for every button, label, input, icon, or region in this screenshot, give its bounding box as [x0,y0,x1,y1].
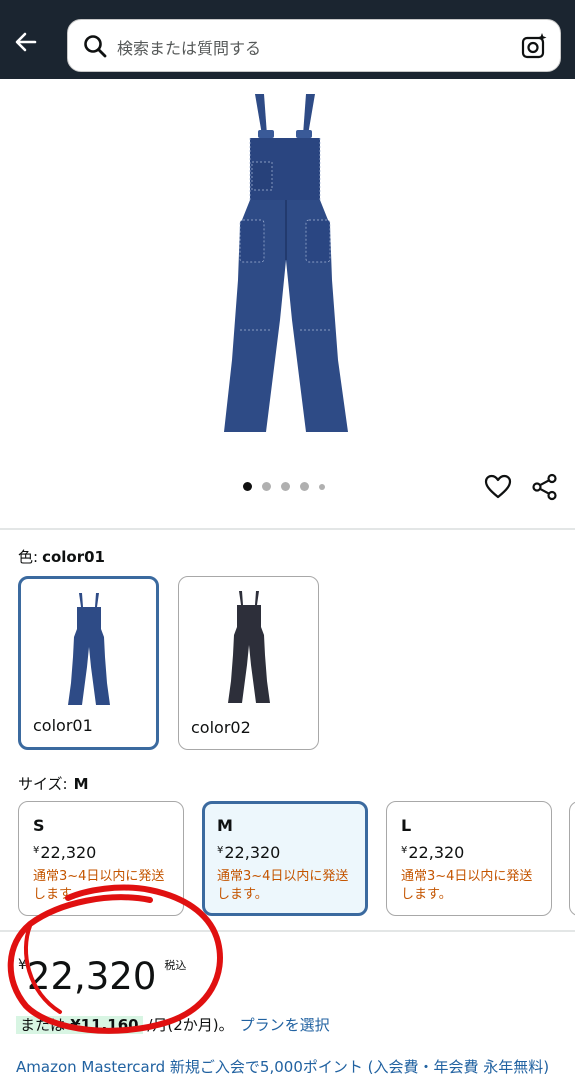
size-option-l[interactable]: L ¥22,320 通常3~4日以内に発送します。 [386,801,552,916]
yen-symbol: ¥ [33,845,40,856]
color-option-label: color02 [191,718,251,737]
search-input[interactable]: 検索または質問する [117,35,261,59]
pager-dot[interactable] [281,482,290,491]
size-option-m[interactable]: M ¥22,320 通常3~4日以内に発送します。 [202,801,368,916]
pager-dot[interactable] [243,482,252,491]
color01-thumbnail [67,593,110,705]
share-icon[interactable] [531,473,559,501]
size-name: M [217,816,233,835]
yen-symbol: ¥ [217,845,224,856]
size-option-next[interactable] [569,801,575,916]
price-yen: ¥ [18,957,27,973]
back-arrow-icon [15,32,37,52]
price-display: ¥22,320 税込 [18,955,186,998]
search-icon [84,35,107,58]
size-price-value: 22,320 [408,843,465,862]
yen-symbol: ¥ [401,845,408,856]
section-divider [0,528,575,530]
selected-size: M [73,775,89,793]
installment-amount: ¥11,160 [70,1016,139,1034]
pager-dot[interactable] [300,482,309,491]
size-name: L [401,816,412,835]
color02-thumbnail [227,591,270,703]
installment-line: または ¥11,160 /月(2か月)。 プランを選択 [16,1014,330,1035]
selected-color: color01 [42,548,105,566]
top-bar: 検索または質問する [0,0,575,79]
pager-dot[interactable] [262,482,271,491]
shipping-note: 通常3~4日以内に発送します。 [217,869,349,902]
camera-search-icon[interactable] [520,32,548,60]
size-option-s[interactable]: S ¥22,320 通常3~4日以内に発送します。 [18,801,184,916]
size-label: サイズ: M [18,773,89,794]
shipping-note: 通常3~4日以内に発送します。 [401,869,533,902]
color-label-text: 色: [18,548,39,566]
size-price-value: 22,320 [40,843,97,862]
section-divider [0,930,575,932]
heart-icon[interactable] [484,473,512,501]
shipping-note: 通常3~4日以内に発送します。 [33,869,165,902]
image-pager[interactable] [243,482,325,491]
tax-label: 税込 [164,959,187,972]
select-plan-link[interactable]: プランを選択 [240,1016,330,1034]
pager-dot[interactable] [319,483,325,490]
color-label: 色: color01 [18,546,105,567]
size-name: S [33,816,45,835]
size-price: ¥22,320 [33,843,169,862]
card-promo-link[interactable]: Amazon Mastercard 新規ご入会で5,000ポイント (入会費・年… [16,1056,571,1077]
size-price: ¥22,320 [217,843,353,862]
installment-suffix: /月(2か月)。 [147,1016,234,1034]
size-label-text: サイズ: [18,775,68,793]
search-bar[interactable]: 検索または質問する [67,19,561,72]
installment-prefix: または [20,1016,66,1034]
color-option-label: color01 [33,716,93,735]
color-option-color01[interactable]: color01 [18,576,159,750]
size-price: ¥22,320 [401,843,537,862]
size-price-value: 22,320 [224,843,281,862]
product-image[interactable] [220,90,350,436]
color-option-color02[interactable]: color02 [178,576,319,750]
back-button[interactable] [8,24,44,60]
installment-highlight: または ¥11,160 [16,1016,143,1034]
price-amount: 22,320 [26,955,157,998]
